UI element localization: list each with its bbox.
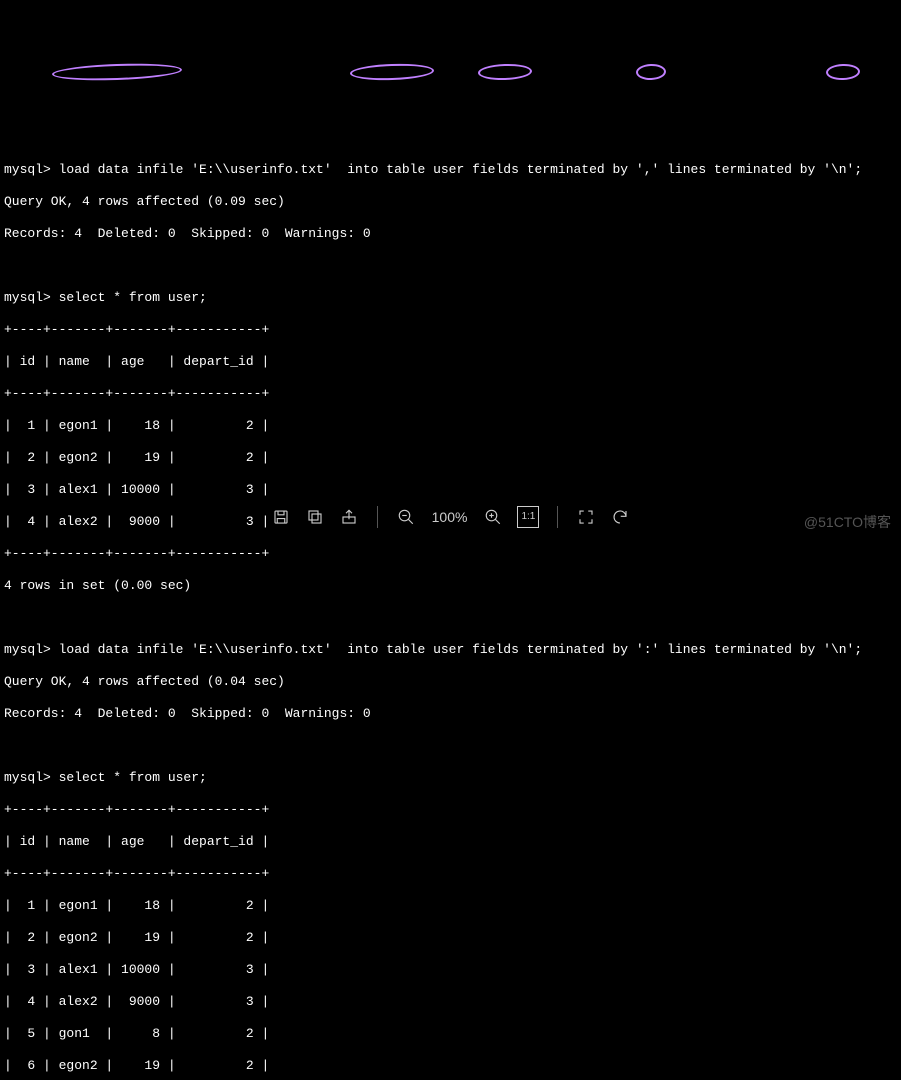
toolbar-separator: [377, 506, 378, 528]
table-row: | 3 | alex1 | 10000 | 3 |: [4, 482, 897, 498]
zoom-in-icon[interactable]: [483, 507, 503, 527]
table-row: | 1 | egon1 | 18 | 2 |: [4, 418, 897, 434]
line-res3b: Records: 4 Deleted: 0 Skipped: 0 Warning…: [4, 706, 897, 722]
blank-line: [4, 610, 897, 626]
cmd2-text: select * from user;: [51, 290, 207, 305]
table1-border-mid: +----+-------+-------+-----------+: [4, 386, 897, 402]
highlight-into-table: [350, 63, 435, 82]
line-res2: 4 rows in set (0.00 sec): [4, 578, 897, 594]
viewer-toolbar: 100% 1:1: [0, 500, 901, 534]
line-res3a: Query OK, 4 rows affected (0.04 sec): [4, 674, 897, 690]
highlight-newline: [826, 63, 861, 80]
table-row: | 1 | egon1 | 18 | 2 |: [4, 898, 897, 914]
zoom-out-icon[interactable]: [396, 507, 416, 527]
prompt: mysql>: [4, 290, 51, 305]
toolbar-separator: [557, 506, 558, 528]
rotate-icon[interactable]: [610, 507, 630, 527]
line-res1a: Query OK, 4 rows affected (0.09 sec): [4, 194, 897, 210]
prompt: mysql>: [4, 162, 51, 177]
zoom-level: 100%: [432, 509, 468, 525]
copy-icon[interactable]: [305, 507, 325, 527]
blank-line: [4, 258, 897, 274]
table2-header: | id | name | age | depart_id |: [4, 834, 897, 850]
prompt: mysql>: [4, 642, 51, 657]
table2-border-mid: +----+-------+-------+-----------+: [4, 866, 897, 882]
line-res1b: Records: 4 Deleted: 0 Skipped: 0 Warning…: [4, 226, 897, 242]
table-row: | 5 | gon1 | 8 | 2 |: [4, 1026, 897, 1042]
terminal-output: mysql> load data infile 'E:\\userinfo.tx…: [0, 64, 901, 1080]
line-cmd2: mysql> select * from user;: [4, 290, 897, 306]
blank-line: [4, 738, 897, 754]
line-cmd3: mysql> load data infile 'E:\\userinfo.tx…: [4, 642, 897, 658]
cmd3-text: load data infile 'E:\\userinfo.txt' into…: [51, 642, 862, 657]
prompt: mysql>: [4, 770, 51, 785]
cmd1-text: load data infile 'E:\\userinfo.txt' into…: [51, 162, 862, 177]
highlight-comma: [636, 63, 667, 80]
table-row: | 2 | egon2 | 19 | 2 |: [4, 930, 897, 946]
table1-border-bot: +----+-------+-------+-----------+: [4, 546, 897, 562]
table-row: | 4 | alex2 | 9000 | 3 |: [4, 994, 897, 1010]
line-cmd4: mysql> select * from user;: [4, 770, 897, 786]
save-icon[interactable]: [271, 507, 291, 527]
table-row: | 3 | alex1 | 10000 | 3 |: [4, 962, 897, 978]
table1-header: | id | name | age | depart_id |: [4, 354, 897, 370]
highlight-fields: [478, 63, 533, 81]
table-row: | 6 | egon2 | 19 | 2 |: [4, 1058, 897, 1074]
table2-border-top: +----+-------+-------+-----------+: [4, 802, 897, 818]
table1-border-top: +----+-------+-------+-----------+: [4, 322, 897, 338]
highlight-load-data: [52, 62, 182, 83]
line-cmd1: mysql> load data infile 'E:\\userinfo.tx…: [4, 162, 897, 178]
cmd4-text: select * from user;: [51, 770, 207, 785]
watermark-text: @51CTO博客: [804, 514, 891, 530]
table-row: | 2 | egon2 | 19 | 2 |: [4, 450, 897, 466]
fullscreen-icon[interactable]: [576, 507, 596, 527]
share-icon[interactable]: [339, 507, 359, 527]
actual-size-button[interactable]: 1:1: [517, 506, 539, 528]
